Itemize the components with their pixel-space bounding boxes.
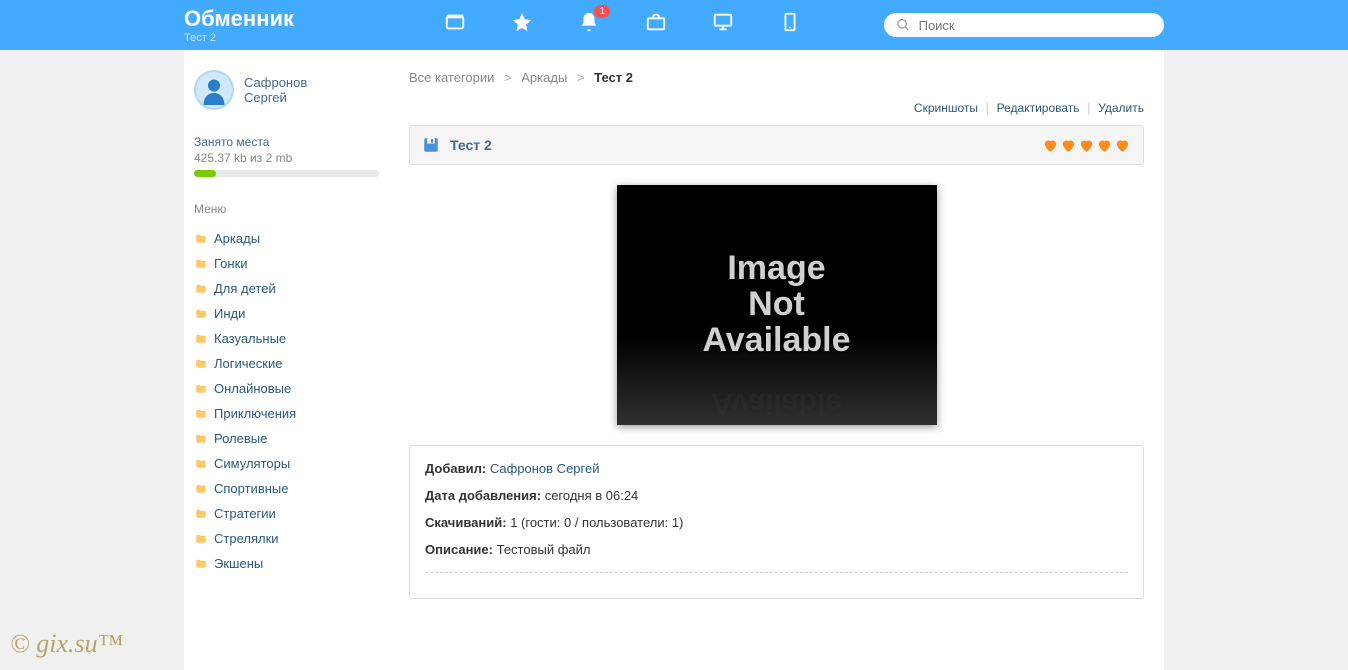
sidebar-item-label[interactable]: Онлайновые	[214, 381, 291, 396]
storage-value: 425.37 kb из 2 mb	[194, 151, 379, 165]
sidebar-item-label[interactable]: Стрелялки	[214, 531, 279, 546]
sidebar-item[interactable]: Аркады	[194, 226, 379, 251]
avatar	[194, 70, 234, 110]
folder-icon	[194, 283, 208, 295]
sidebar-item[interactable]: Спортивные	[194, 476, 379, 501]
breadcrumb-sep: >	[577, 70, 585, 85]
sidebar-item-label[interactable]: Экшены	[214, 556, 263, 571]
breadcrumb-root[interactable]: Все категории	[409, 70, 494, 85]
sidebar-item-label[interactable]: Симуляторы	[214, 456, 290, 471]
sidebar-item-label[interactable]: Приключения	[214, 406, 296, 421]
heart-icon	[1042, 137, 1059, 154]
sidebar-item[interactable]: Симуляторы	[194, 451, 379, 476]
menu-label: Меню	[194, 202, 379, 216]
folder-icon	[194, 458, 208, 470]
sidebar-item-label[interactable]: Для детей	[214, 281, 276, 296]
dashed-separator	[425, 572, 1128, 573]
notification-badge: 1	[594, 5, 610, 18]
sidebar-item[interactable]: Инди	[194, 301, 379, 326]
breadcrumb: Все категории > Аркады > Тест 2	[409, 70, 1144, 85]
nav-icons: 1	[444, 11, 801, 39]
folder-icon	[194, 483, 208, 495]
main-content: Все категории > Аркады > Тест 2 Скриншот…	[389, 50, 1164, 670]
folder-icon	[194, 533, 208, 545]
menu-list: Аркады Гонки Для детей Инди Казуальные Логиче…	[194, 226, 379, 576]
rating-hearts[interactable]	[1042, 137, 1131, 154]
sidebar-item[interactable]: Экшены	[194, 551, 379, 576]
details-box: Добавил: Сафронов Сергей Дата добавления…	[409, 445, 1144, 599]
heart-icon	[1078, 137, 1095, 154]
sidebar-item-label[interactable]: Логические	[214, 356, 282, 371]
sidebar-item[interactable]: Приключения	[194, 401, 379, 426]
wallet-icon[interactable]	[444, 11, 466, 39]
sidebar-item[interactable]: Онлайновые	[194, 376, 379, 401]
heart-icon	[1096, 137, 1113, 154]
image-area: Image Not Available Available	[409, 185, 1144, 425]
watermark: © gix.su™	[10, 629, 123, 659]
title-bar: Тест 2	[409, 125, 1144, 165]
site-subtitle: Тест 2	[184, 32, 294, 44]
topbar: Обменник Тест 2 1	[0, 0, 1348, 50]
folder-icon	[194, 233, 208, 245]
author-link[interactable]: Сафронов Сергей	[490, 461, 600, 476]
sidebar-item-label[interactable]: Казуальные	[214, 331, 286, 346]
detail-description: Описание: Тестовый файл	[425, 542, 1128, 557]
sidebar-item-label[interactable]: Ролевые	[214, 431, 267, 446]
edit-link[interactable]: Редактировать	[997, 101, 1080, 115]
detail-downloads: Скачиваний: 1 (гости: 0 / пользователи: …	[425, 515, 1128, 530]
briefcase-icon[interactable]	[645, 11, 667, 39]
delete-link[interactable]: Удалить	[1098, 101, 1144, 115]
detail-added-by: Добавил: Сафронов Сергей	[425, 461, 1128, 476]
folder-icon	[194, 558, 208, 570]
logo-area[interactable]: Обменник Тест 2	[184, 6, 294, 44]
bell-icon[interactable]: 1	[578, 11, 600, 39]
disk-icon	[422, 136, 440, 154]
image-placeholder[interactable]: Image Not Available Available	[617, 185, 937, 425]
user-area[interactable]: Сафронов Сергей	[194, 70, 379, 110]
site-title: Обменник	[184, 6, 294, 32]
storage-label: Занято места	[194, 135, 379, 149]
star-icon[interactable]	[511, 11, 533, 39]
folder-icon	[194, 383, 208, 395]
search-icon	[896, 17, 911, 33]
folder-icon	[194, 408, 208, 420]
breadcrumb-category[interactable]: Аркады	[521, 70, 567, 85]
content-title: Тест 2	[450, 137, 1042, 153]
sidebar-item[interactable]: Гонки	[194, 251, 379, 276]
sidebar-item[interactable]: Казуальные	[194, 326, 379, 351]
search-input[interactable]	[919, 18, 1152, 33]
folder-icon	[194, 258, 208, 270]
folder-icon	[194, 508, 208, 520]
detail-date: Дата добавления: сегодня в 06:24	[425, 488, 1128, 503]
storage-bar	[194, 170, 379, 177]
sidebar-item[interactable]: Стратегии	[194, 501, 379, 526]
breadcrumb-sep: >	[504, 70, 512, 85]
sidebar-item-label[interactable]: Инди	[214, 306, 245, 321]
mobile-icon[interactable]	[779, 11, 801, 39]
folder-icon	[194, 308, 208, 320]
sidebar-item[interactable]: Логические	[194, 351, 379, 376]
sidebar: Сафронов Сергей Занято места 425.37 kb и…	[184, 50, 389, 670]
sidebar-item-label[interactable]: Спортивные	[214, 481, 288, 496]
user-name: Сафронов Сергей	[244, 75, 307, 105]
folder-icon	[194, 358, 208, 370]
search-box[interactable]	[884, 13, 1164, 37]
heart-icon	[1114, 137, 1131, 154]
folder-icon	[194, 333, 208, 345]
monitor-icon[interactable]	[712, 11, 734, 39]
sidebar-item[interactable]: Стрелялки	[194, 526, 379, 551]
breadcrumb-current: Тест 2	[594, 70, 633, 85]
sidebar-item-label[interactable]: Стратегии	[214, 506, 276, 521]
sidebar-item-label[interactable]: Гонки	[214, 256, 248, 271]
page-container: Сафронов Сергей Занято места 425.37 kb и…	[184, 50, 1164, 670]
sidebar-item[interactable]: Для детей	[194, 276, 379, 301]
storage-bar-fill	[194, 170, 216, 177]
sidebar-item-label[interactable]: Аркады	[214, 231, 260, 246]
action-links: Скриншоты | Редактировать | Удалить	[409, 100, 1144, 115]
sidebar-item[interactable]: Ролевые	[194, 426, 379, 451]
screenshots-link[interactable]: Скриншоты	[914, 101, 978, 115]
heart-icon	[1060, 137, 1077, 154]
folder-icon	[194, 433, 208, 445]
